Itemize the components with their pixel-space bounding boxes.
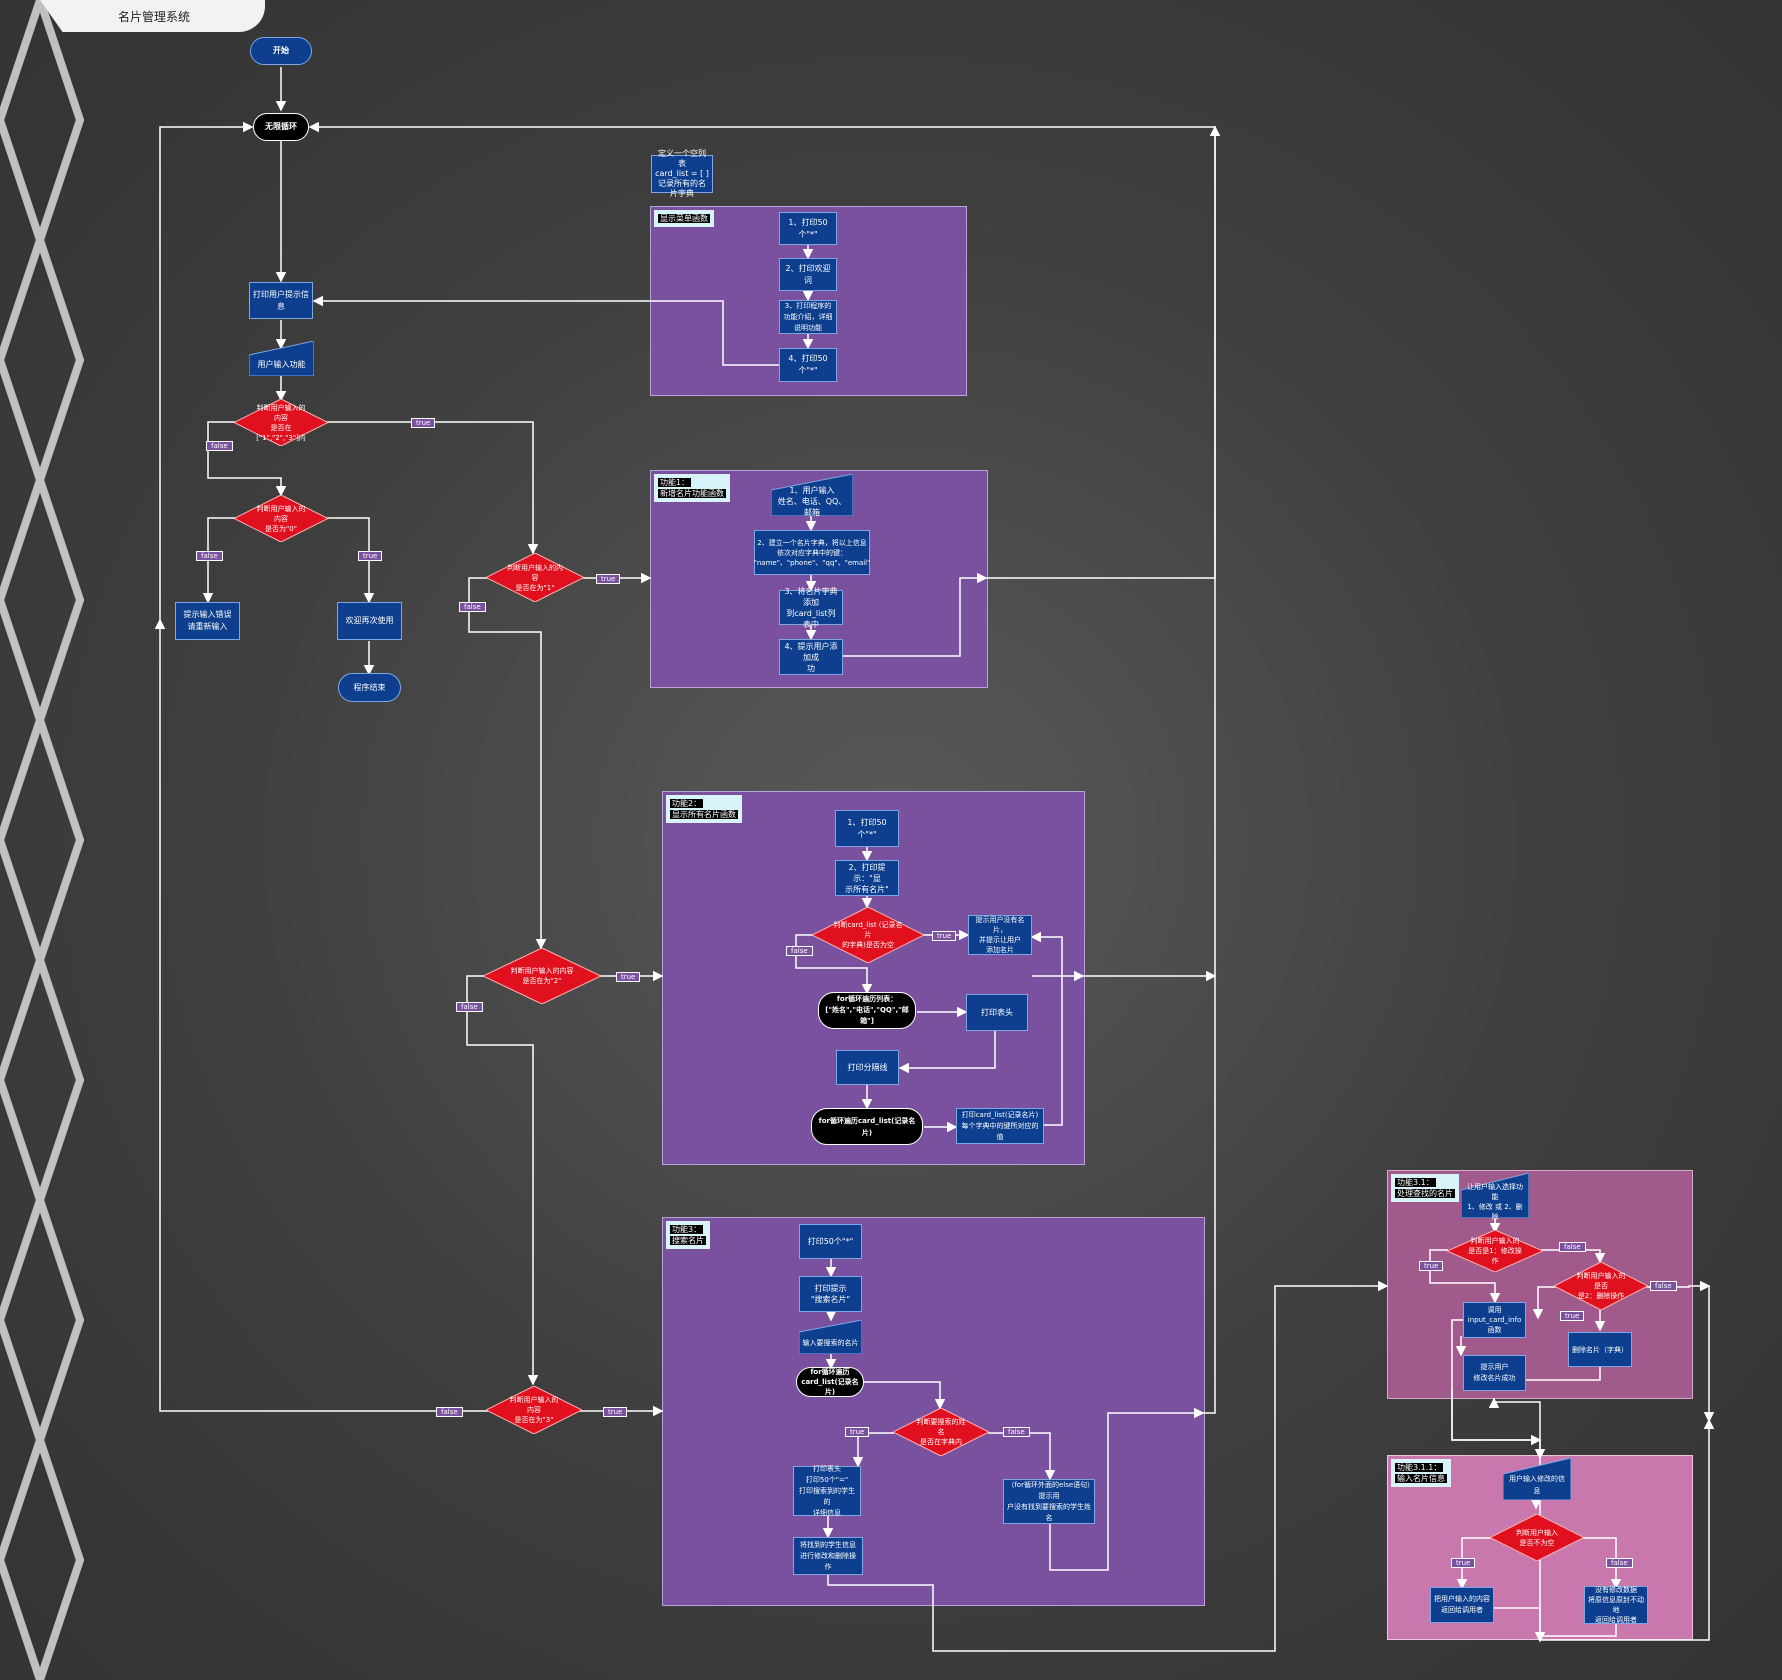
menu-step-1[interactable]: 1、打印50个"*"	[779, 212, 837, 245]
f3-for-loop[interactable]: for循环遍历 card_list(记录名片)	[796, 1367, 864, 1397]
tag-true: true	[932, 931, 957, 941]
tag-false: false	[196, 551, 223, 561]
tag-true: true	[358, 551, 383, 561]
menu-step-4[interactable]: 4、打印50个"*"	[779, 348, 837, 382]
input-error-node[interactable]: 提示输入错误 请重新输入	[175, 602, 240, 640]
f31-decision-1[interactable]: 判断用户输入的 是否是1：修改操作	[1447, 1230, 1543, 1272]
f1-step-2[interactable]: 2、建立一个名片字典，将以上信息 依次对应字典中的键： "name"、"phon…	[754, 530, 870, 575]
decision-is-3[interactable]: 判断用户输入的内容 是否在为"3"	[486, 1386, 582, 1434]
tag-false: false	[456, 1002, 483, 1012]
f31-success[interactable]: 提示用户 修改名片成功	[1463, 1355, 1526, 1391]
f2-print-cards[interactable]: 打印card_list(记录名片) 每个字典中的键所对应的值	[956, 1108, 1044, 1144]
f311-true-node[interactable]: 把用户输入的内容 返回给调用者	[1430, 1587, 1494, 1623]
decision-in-range[interactable]: 判断用户输入的内容 是否在["1","2","3"]内	[234, 399, 328, 446]
f31-decision-2[interactable]: 判断用户输入的是否 是2：删除操作	[1554, 1262, 1648, 1310]
f2-step-2[interactable]: 2、打印提示："显 示所有名片"	[835, 860, 899, 896]
f2-print-divider[interactable]: 打印分隔线	[836, 1050, 899, 1085]
tag-true: true	[616, 972, 641, 982]
f3-found[interactable]: 打印表头 打印50个"=" 打印搜索到的学生的 详细信息	[793, 1465, 861, 1517]
f311-false-node[interactable]: 没有修改数据 将原信息原封不动地 返回给调用者	[1584, 1586, 1648, 1624]
f1-step-4[interactable]: 4、提示用户添加成 功	[779, 639, 843, 675]
tag-false: false	[459, 602, 486, 612]
f3-process-found[interactable]: 将找到的学生信息 进行修改和删除操作	[793, 1537, 863, 1575]
start-node[interactable]: 开始	[250, 37, 312, 65]
tag-false: false	[1650, 1281, 1677, 1291]
menu-step-3[interactable]: 3、打印程序的功能介绍，详细说明功能	[779, 300, 837, 334]
f2-no-cards[interactable]: 提示用户没有名片， 并提示让用户 添加名片	[968, 915, 1032, 955]
f3-step-1[interactable]: 打印50个"*"	[799, 1224, 862, 1259]
f311-decision[interactable]: 判断用户输入 是否不为空	[1490, 1514, 1584, 1561]
tag-false: false	[1606, 1558, 1633, 1568]
user-input-node[interactable]: 用户输入功能	[249, 341, 314, 376]
f2-step-1[interactable]: 1、打印50个"*"	[835, 810, 899, 847]
program-end-node[interactable]: 程序结束	[338, 673, 401, 702]
f311-input[interactable]: 用户输入修改的信息	[1503, 1458, 1571, 1500]
f2-for-header[interactable]: for循环遍历列表： ["姓名","电话","QQ","邮箱"]	[818, 992, 916, 1029]
tag-true: true	[596, 574, 621, 584]
tag-false: false	[206, 441, 233, 451]
decision-is-1[interactable]: 判断用户输入的内容 是否在为"1"	[486, 553, 584, 602]
tag-false: false	[1559, 1242, 1586, 1252]
f31-input[interactable]: 让用户输入选择功能 1、修改 或 2、删除	[1461, 1173, 1529, 1221]
f2-decision[interactable]: 判断card_list (记录名片 的字典)是否为空	[812, 907, 924, 963]
tag-true: true	[1560, 1311, 1585, 1321]
f3-decision[interactable]: 判断要搜索的姓名 是否在字典内	[893, 1408, 989, 1456]
define-list-note: 定义一个空列表 card_list = [ ] 记录所有的名片字典	[651, 149, 713, 198]
tag-false: false	[786, 946, 813, 956]
f3-input[interactable]: 输入要搜索的名片	[799, 1320, 862, 1354]
tag-true: true	[1419, 1261, 1444, 1271]
tag-true: true	[845, 1427, 870, 1437]
decision-is-2[interactable]: 判断用户输入的内容 是否在为"2"	[483, 948, 601, 1004]
f2-print-header[interactable]: 打印表头	[966, 994, 1028, 1031]
f1-input-node[interactable]: 1、用户输入 姓名、电话、QQ、邮箱	[771, 474, 853, 517]
f2-for-cards[interactable]: for循环遍历card_list(记录名片)	[811, 1108, 923, 1145]
menu-step-2[interactable]: 2、打印欢迎词	[779, 258, 837, 291]
f31-delete[interactable]: 删除名片（字典）	[1568, 1332, 1632, 1367]
f3-not-found[interactable]: （for循环外面的else语句）提示用 户没有找到要搜索的学生姓名	[1003, 1479, 1095, 1524]
tag-false: false	[1003, 1427, 1030, 1437]
tag-true: true	[411, 418, 436, 428]
f1-step-3[interactable]: 3、将名片字典添加 到card_list列表中	[779, 587, 843, 629]
tag-true: true	[603, 1407, 628, 1417]
loop-node[interactable]: 无限循环	[253, 113, 309, 141]
print-prompt-node[interactable]: 打印用户提示信息	[249, 282, 313, 319]
decision-is-0[interactable]: 判断用户输入的内容 是否为"0"	[234, 495, 328, 542]
tag-true: true	[1451, 1558, 1476, 1568]
f31-call[interactable]: 调用 input_card_info 函数	[1463, 1302, 1526, 1338]
tag-false: false	[436, 1407, 463, 1417]
f3-step-2[interactable]: 打印提示 "搜索名片"	[799, 1276, 862, 1312]
welcome-node[interactable]: 欢迎再次使用	[337, 602, 402, 640]
